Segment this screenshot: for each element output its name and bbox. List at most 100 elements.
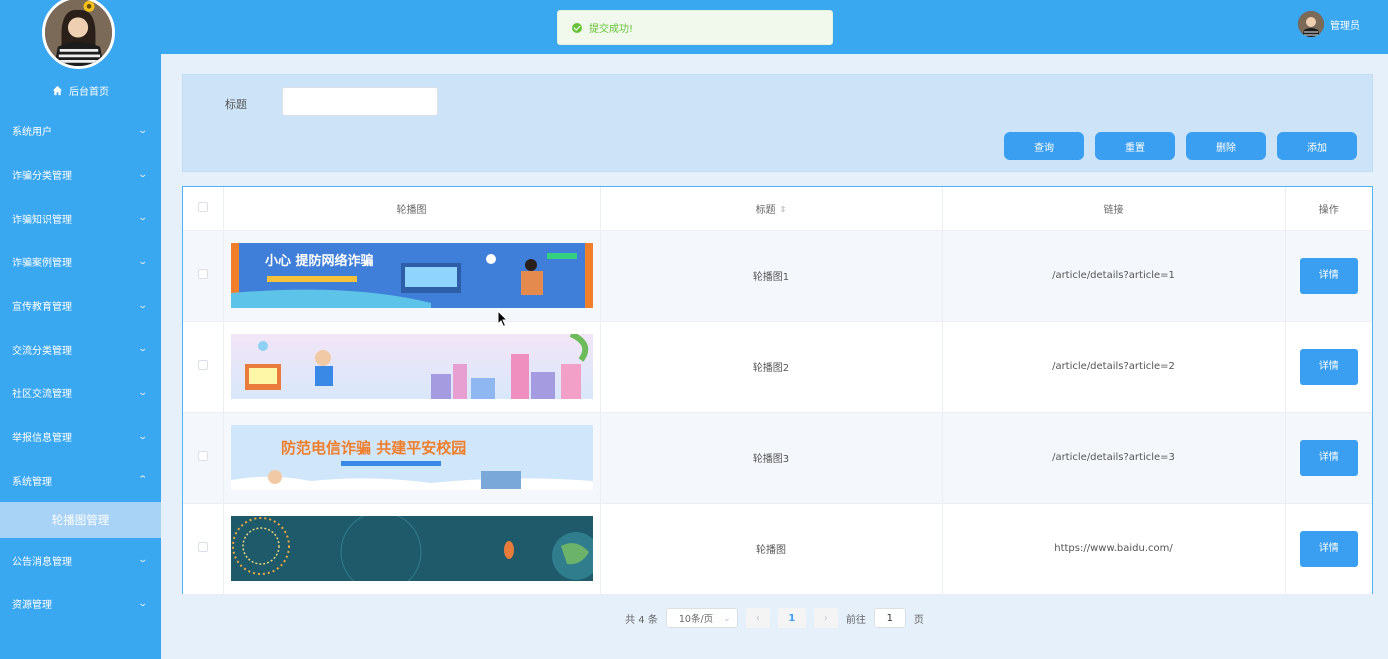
user-menu[interactable]: 管理员 [1298,11,1360,37]
chevron-up-icon: ⌃ [137,475,149,486]
pagination-total: 共 4 条 [625,614,658,626]
banner-text: 防范电信诈骗 共建平安校园 [281,439,466,457]
row-checkbox[interactable] [197,542,208,552]
sidebar-item-label: 资源管理 [12,600,52,612]
select-all-checkbox[interactable] [197,201,208,212]
table-row: 小心 提防网络诈骗 轮播图1 /article/details?article=… [183,230,1372,322]
chevron-down-icon: ⌄ [137,555,149,566]
sidebar-item-label: 宣传教育管理 [12,302,72,314]
main-content: 标题 查询 重置 删除 添加 轮播图 标题 ⇕ 链接 操作 小心 提防网络诈骗 … [161,54,1388,659]
title-search-label: 标题 [225,98,247,111]
prev-page-button[interactable]: ‹ [745,608,770,628]
chevron-down-icon: ⌄ [722,612,731,624]
row-checkbox[interactable] [197,451,208,461]
chevron-down-icon: ⌄ [137,300,149,311]
detail-button[interactable]: 详情 [1299,530,1358,567]
row-title: 轮播图3 [600,412,943,504]
sidebar-menu: 系统用户 ⌄ 诈骗分类管理 ⌄ 诈骗知识管理 ⌄ 诈骗案例管理 ⌄ 宣传教育管理 ⌄ 交流… [0,109,161,626]
sidebar: 后台首页 系统用户 ⌄ 诈骗分类管理 ⌄ 诈骗知识管理 ⌄ 诈骗案例管理 ⌄ 宣传教育管… [0,0,161,659]
sort-icon[interactable]: ⇕ [780,205,787,214]
detail-button[interactable]: 详情 [1299,257,1358,294]
chevron-down-icon: ⌄ [137,169,149,180]
sidebar-item-label: 诈骗案例管理 [12,258,72,270]
query-button[interactable]: 查询 [1004,132,1084,160]
table-header-row: 轮播图 标题 ⇕ 链接 操作 [183,187,1372,231]
sidebar-item-reports[interactable]: 举报信息管理 ⌄ [0,415,161,459]
sidebar-home-label: 后台首页 [69,86,109,98]
row-title: 轮播图1 [600,230,943,322]
page-size-select[interactable]: 10条/页 ⌄ [665,608,738,628]
pagination: 共 4 条 10条/页 ⌄ ‹ 1 › 前往 1 页 [161,607,1388,629]
sidebar-subitem-carousel[interactable]: 轮播图管理 [0,502,161,539]
row-title: 轮播图2 [600,321,943,413]
banner-text: 小心 提防网络诈骗 [265,253,374,269]
username: 管理员 [1330,20,1360,32]
chevron-down-icon: ⌄ [137,256,149,267]
chevron-down-icon: ⌄ [137,125,149,136]
column-header-title[interactable]: 标题 ⇕ [600,187,943,231]
sidebar-item-label: 系统管理 [12,476,52,488]
chevron-down-icon: ⌄ [137,213,149,224]
row-link: https://www.baidu.com/ [942,503,1286,595]
sidebar-item-fraud-knowledge[interactable]: 诈骗知识管理 ⌄ [0,196,161,240]
delete-button[interactable]: 删除 [1186,132,1266,160]
select-all-cell[interactable] [183,187,224,231]
sidebar-item-fraud-category[interactable]: 诈骗分类管理 ⌄ [0,153,161,197]
add-button[interactable]: 添加 [1277,132,1357,160]
row-checkbox[interactable] [197,360,208,370]
row-checkbox[interactable] [197,269,208,279]
row-title: 轮播图 [600,503,943,595]
next-page-button[interactable]: › [813,608,838,628]
carousel-table: 轮播图 标题 ⇕ 链接 操作 小心 提防网络诈骗 轮播图1 /article/d… [182,186,1373,595]
success-check-icon [572,22,582,33]
row-link: /article/details?article=2 [942,321,1286,413]
sidebar-item-fraud-cases[interactable]: 诈骗案例管理 ⌄ [0,240,161,284]
search-panel: 标题 查询 重置 删除 添加 [182,74,1373,172]
goto-suffix: 页 [913,614,924,626]
table-row: 轮播图2 /article/details?article=2 详情 [183,321,1372,413]
chevron-down-icon: ⌄ [137,344,149,355]
reset-button[interactable]: 重置 [1095,132,1175,160]
sidebar-item-system-users[interactable]: 系统用户 ⌄ [0,109,161,153]
home-icon [52,85,63,95]
sidebar-item-label: 诈骗分类管理 [12,171,72,183]
sidebar-item-label: 交流分类管理 [12,345,72,357]
table-row: 防范电信诈骗 共建平安校园 轮播图3 /article/details?arti… [183,412,1372,504]
sidebar-item-label: 公告消息管理 [12,556,72,568]
sidebar-item-resources[interactable]: 资源管理 ⌄ [0,582,161,626]
goto-page-input[interactable]: 1 [873,608,906,628]
column-header-action: 操作 [1285,187,1372,231]
sidebar-item-community[interactable]: 社区交流管理 ⌄ [0,371,161,415]
row-link: /article/details?article=1 [942,230,1286,322]
toast-message: 提交成功! [589,24,634,35]
banner-image-2 [230,334,593,399]
detail-button[interactable]: 详情 [1299,348,1358,385]
table-row: 轮播图 https://www.baidu.com/ 详情 [183,503,1372,595]
column-header-link: 链接 [942,187,1286,231]
sidebar-item-system-management[interactable]: 系统管理 ⌃ [0,459,161,503]
column-header-image: 轮播图 [223,187,601,231]
banner-image-1: 小心 提防网络诈骗 [230,243,593,308]
row-link: /article/details?article=3 [942,412,1286,504]
banner-image-4 [230,516,593,581]
avatar[interactable] [42,0,115,69]
mouse-cursor-icon [497,310,509,328]
detail-button[interactable]: 详情 [1299,439,1358,476]
success-toast: 提交成功! [557,10,833,45]
sidebar-item-exchange-category[interactable]: 交流分类管理 ⌄ [0,327,161,371]
sidebar-item-label: 举报信息管理 [12,433,72,445]
sidebar-item-announcements[interactable]: 公告消息管理 ⌄ [0,538,161,582]
chevron-down-icon: ⌄ [137,598,149,609]
page-number-current[interactable]: 1 [777,608,806,628]
chevron-down-icon: ⌄ [137,431,149,442]
user-avatar [1298,11,1324,37]
page-size-value: 10条/页 [678,614,714,625]
title-search-input[interactable] [282,87,438,116]
chevron-down-icon: ⌄ [137,387,149,398]
sidebar-home-link[interactable]: 后台首页 [0,80,161,100]
sidebar-item-label: 系统用户 [12,127,52,139]
sidebar-item-education[interactable]: 宣传教育管理 ⌄ [0,284,161,328]
column-header-title-label: 标题 [755,204,776,216]
sidebar-item-label: 诈骗知识管理 [12,214,72,226]
avatar-image [45,0,112,66]
